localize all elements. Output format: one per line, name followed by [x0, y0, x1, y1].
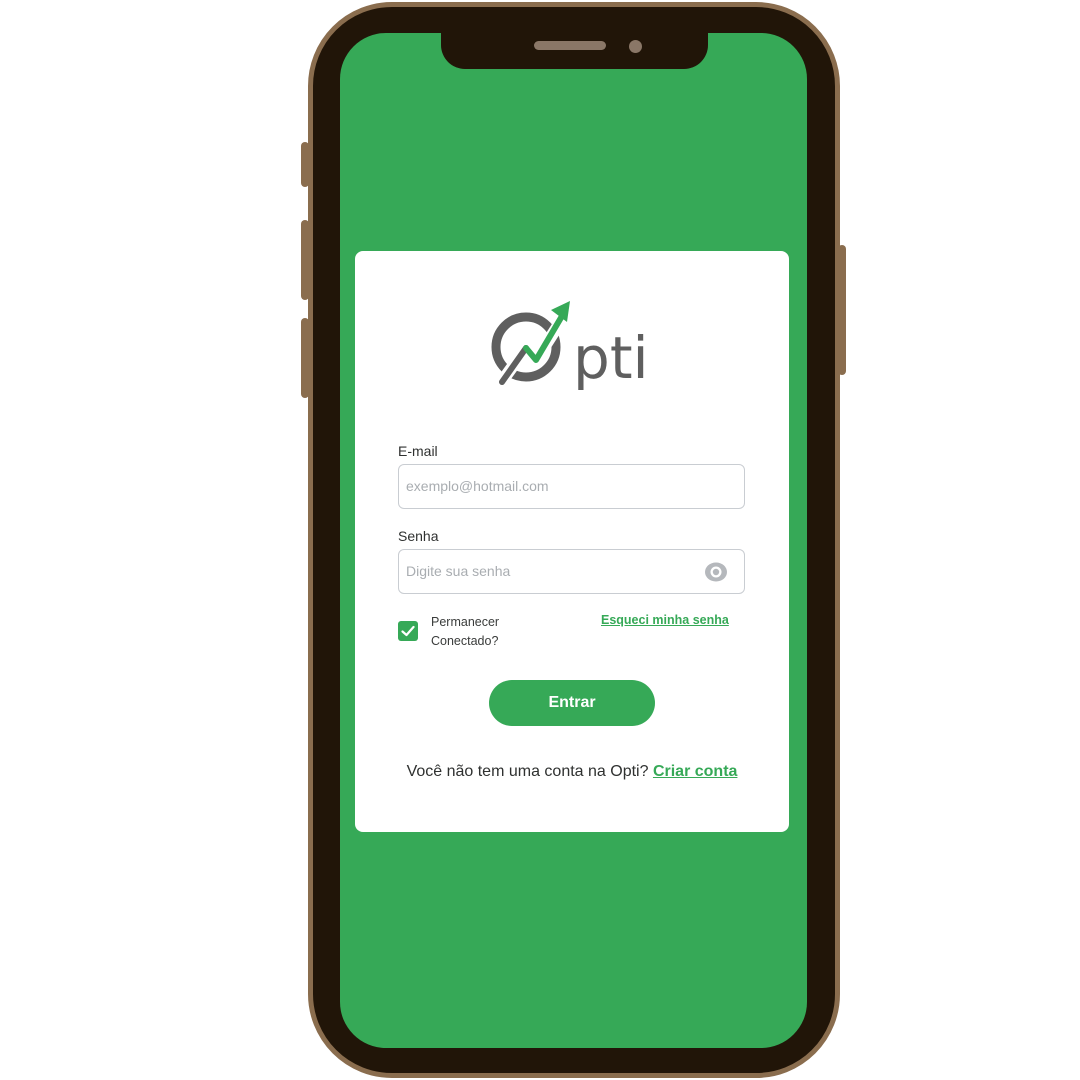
- create-account-link[interactable]: Criar conta: [653, 763, 737, 780]
- opti-logo: pti: [490, 298, 660, 403]
- email-placeholder: exemplo@hotmail.com: [406, 478, 549, 494]
- phone-speaker: [534, 41, 606, 50]
- eye-icon[interactable]: [704, 561, 728, 583]
- password-field[interactable]: Digite sua senha: [398, 549, 745, 594]
- login-button[interactable]: Entrar: [489, 680, 655, 726]
- email-label: E-mail: [398, 443, 438, 459]
- forgot-password-link[interactable]: Esqueci minha senha: [601, 613, 729, 627]
- stay-connected-checkbox[interactable]: [398, 621, 418, 641]
- signup-prompt-text: Você não tem uma conta na Opti?: [406, 763, 649, 780]
- svg-text:pti: pti: [573, 324, 649, 392]
- stay-connected-label: Permanecer Conectado?: [431, 613, 531, 651]
- signup-prompt: Você não tem uma conta na Opti? Criar co…: [356, 763, 788, 781]
- phone-camera: [629, 40, 642, 53]
- email-field[interactable]: exemplo@hotmail.com: [398, 464, 745, 509]
- password-placeholder: Digite sua senha: [406, 563, 511, 579]
- stay-connected-line1: Permanecer: [431, 615, 500, 629]
- stay-connected-line2: Conectado?: [431, 634, 499, 648]
- password-label: Senha: [398, 528, 439, 544]
- check-icon: [401, 625, 415, 637]
